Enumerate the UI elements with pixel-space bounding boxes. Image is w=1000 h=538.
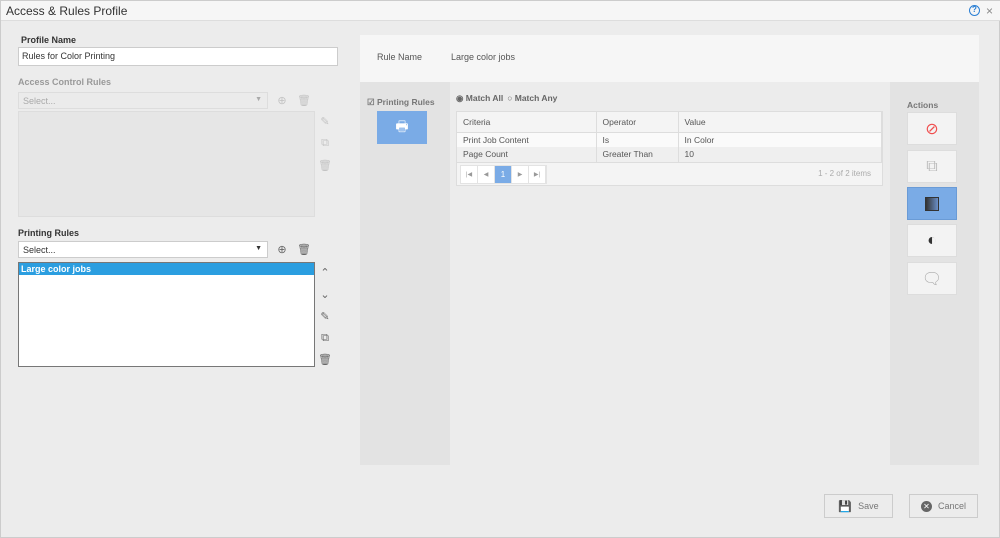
page-1-button[interactable]: 1	[495, 166, 512, 183]
printer-rule-button[interactable]: 🖶	[377, 111, 427, 144]
printer-icon: 🖶	[395, 117, 409, 134]
next-page-icon[interactable]: ▶	[512, 166, 529, 183]
column-header[interactable]: Criteria	[457, 112, 597, 133]
prohibited-icon: ⊘	[925, 120, 939, 138]
cell: Greater Than	[596, 147, 679, 162]
printing-rules-select[interactable]: Select... ▼	[18, 241, 268, 258]
match-radio-group: ◉ Match All ○ Match Any	[456, 93, 557, 104]
cancel-icon: ✕	[920, 500, 932, 512]
profile-name-label: Profile Name	[21, 35, 77, 45]
drop-icon: ◐	[927, 231, 937, 249]
move-down-icon[interactable]: ⌄	[318, 287, 332, 301]
list-item[interactable]: Large color jobs	[19, 263, 314, 275]
column-header[interactable]: Operator	[596, 112, 679, 133]
copy-icon[interactable]: ⧉	[318, 331, 332, 345]
trash-icon[interactable]: 🗑	[318, 352, 332, 366]
grayscale-icon	[925, 196, 939, 211]
access-rules-label: Access Control Rules	[18, 77, 112, 87]
table-row[interactable]: Print Job Content Is In Color	[457, 132, 882, 147]
save-label: Save	[858, 501, 879, 511]
edit-icon[interactable]: ✎	[318, 114, 332, 128]
rule-type-column: ☑ Printing Rules 🖶	[360, 82, 450, 465]
pages-icon: ⧉	[926, 157, 938, 175]
profile-name-input[interactable]: Rules for Color Printing	[18, 47, 338, 66]
edit-icon[interactable]: ✎	[318, 309, 332, 323]
toner-action-button[interactable]: ◐	[907, 224, 957, 257]
move-up-icon[interactable]: ⌃	[318, 265, 332, 279]
rule-name-value: Large color jobs	[451, 52, 516, 62]
pager: |◀ ◀ 1 ▶ ▶|	[460, 165, 547, 184]
close-icon[interactable]: ×	[986, 4, 993, 18]
duplex-action-button[interactable]: ⧉	[907, 150, 957, 183]
chevron-down-icon: ▼	[255, 96, 262, 103]
match-all-label: Match All	[465, 93, 504, 103]
trash-icon[interactable]: 🗑	[318, 158, 332, 172]
prev-page-icon[interactable]: ◀	[478, 166, 495, 183]
deny-action-button[interactable]: ⊘	[907, 112, 957, 145]
match-all-radio[interactable]: ◉ Match All	[456, 93, 503, 104]
cell: In Color	[678, 132, 882, 147]
column-header[interactable]: Value	[678, 112, 882, 133]
last-page-icon[interactable]: ▶|	[529, 166, 546, 183]
rule-header: Rule Name Large color jobs	[360, 35, 979, 82]
access-rules-list[interactable]	[18, 111, 315, 217]
printing-rules-label: Printing Rules	[18, 228, 80, 238]
cell: 10	[678, 147, 882, 162]
title-bar: Access & Rules Profile ? ×	[1, 1, 1000, 21]
help-icon[interactable]: ?	[969, 5, 980, 16]
add-icon[interactable]: ⊕	[275, 93, 289, 107]
save-icon: 💾	[838, 500, 853, 513]
message-action-button[interactable]: 🗨	[907, 262, 957, 295]
chevron-down-icon: ▼	[255, 245, 262, 252]
match-any-radio[interactable]: ○ Match Any	[507, 93, 557, 104]
add-icon[interactable]: ⊕	[275, 242, 289, 256]
grayscale-action-button[interactable]	[907, 187, 957, 220]
cancel-button[interactable]: ✕ Cancel	[909, 494, 978, 518]
cell: Page Count	[457, 147, 597, 162]
window-title: Access & Rules Profile	[6, 4, 128, 18]
access-rules-select[interactable]: Select... ▼	[18, 92, 268, 109]
criteria-table: Criteria Operator Value Print Job Content I…	[456, 111, 883, 186]
printing-rules-list[interactable]: Large color jobs	[18, 262, 315, 367]
cell: Print Job Content	[457, 132, 597, 147]
save-button[interactable]: 💾 Save	[824, 494, 893, 518]
trash-icon[interactable]: 🗑	[297, 93, 311, 107]
copy-icon[interactable]: ⧉	[318, 136, 332, 150]
access-select-placeholder: Select...	[23, 96, 56, 106]
section-label: Printing Rules	[377, 97, 435, 107]
trash-icon[interactable]: 🗑	[297, 242, 311, 256]
cell: Is	[596, 132, 679, 147]
rule-name-label: Rule Name	[377, 52, 423, 62]
printing-select-placeholder: Select...	[23, 245, 56, 255]
printing-rules-section: ☑ Printing Rules	[367, 97, 435, 108]
table-row[interactable]: Page Count Greater Than 10	[457, 147, 882, 162]
match-any-label: Match Any	[514, 93, 558, 103]
actions-label: Actions	[907, 100, 939, 110]
first-page-icon[interactable]: |◀	[461, 166, 478, 183]
checklist-icon: ☑	[367, 97, 375, 107]
cancel-label: Cancel	[937, 501, 966, 511]
comment-icon: 🗨	[921, 270, 943, 288]
pager-summary: 1 - 2 of 2 items	[818, 169, 871, 178]
